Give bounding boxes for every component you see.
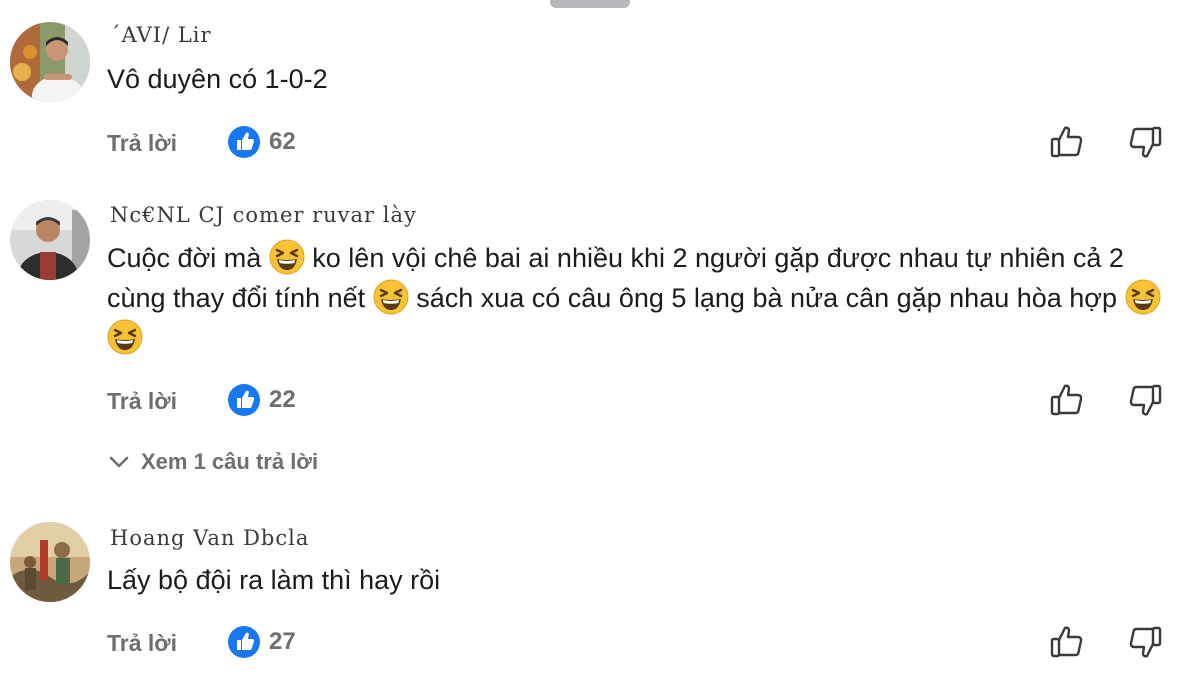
comment-author[interactable]: Hoang Van Dbcla bbox=[110, 526, 309, 550]
comment-text: Lấy bộ đội ra làm thì hay rồi bbox=[107, 565, 441, 595]
comment-item: Hoang Van Dbcla Lấy bộ đội ra làm thì ha… bbox=[0, 0, 1189, 674]
thumbs-up-outline-icon[interactable] bbox=[1049, 624, 1085, 660]
like-count: 27 bbox=[269, 628, 296, 655]
like-reaction-icon bbox=[228, 626, 260, 658]
comment-actions: Trả lời 27 bbox=[0, 624, 1189, 664]
thumbs-down-outline-icon[interactable] bbox=[1127, 624, 1163, 660]
reply-button[interactable]: Trả lời bbox=[107, 630, 177, 657]
reaction-summary[interactable]: 27 bbox=[228, 624, 296, 660]
avatar[interactable] bbox=[10, 522, 90, 602]
